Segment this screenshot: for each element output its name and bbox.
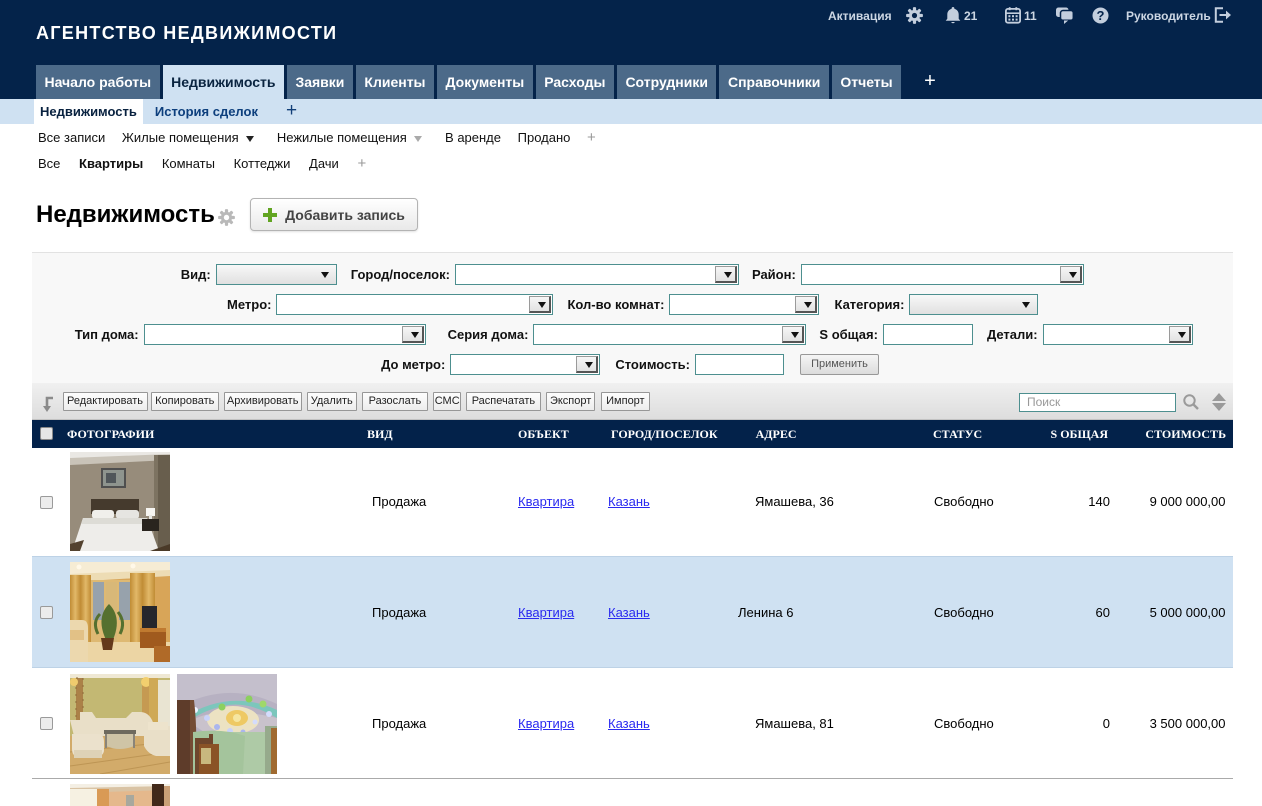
svg-text:?: ?	[1097, 8, 1105, 23]
